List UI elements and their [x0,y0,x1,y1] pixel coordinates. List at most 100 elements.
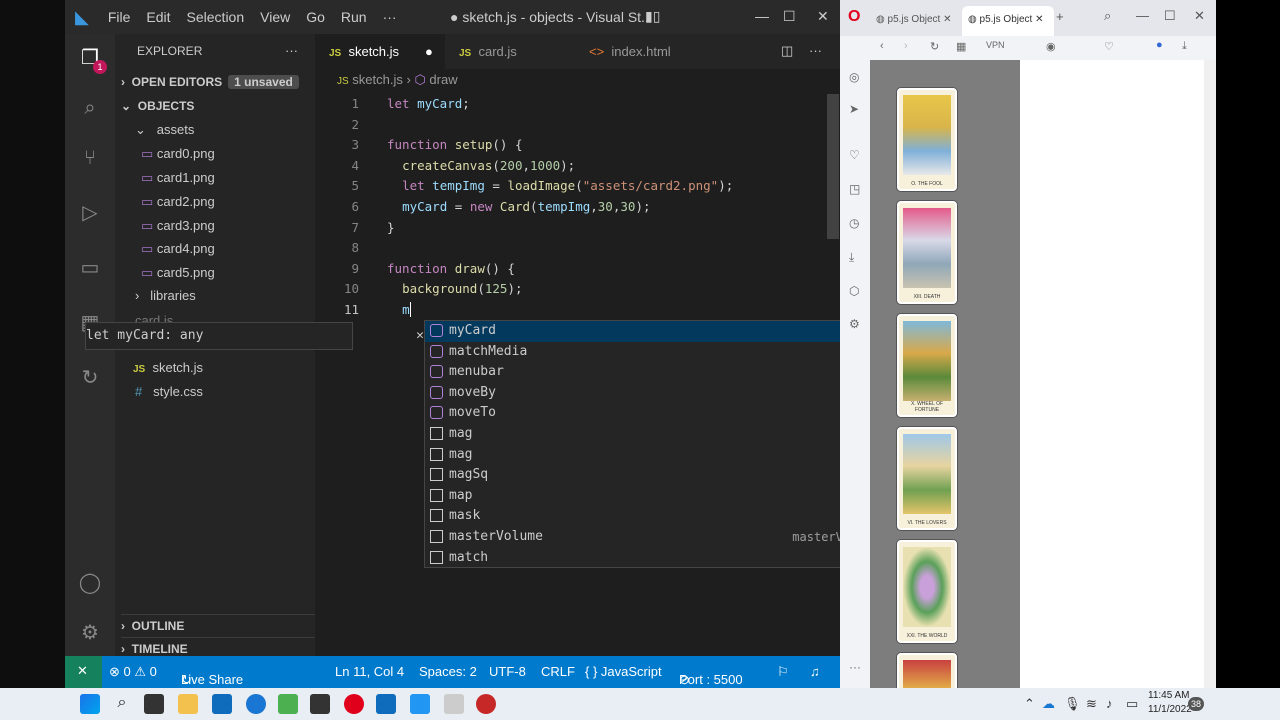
send-icon[interactable]: ➤ [849,102,859,116]
eol-status[interactable]: CRLF [541,664,575,679]
history-icon[interactable]: ◷ [849,216,859,230]
vscode-taskbar-icon[interactable] [410,694,430,714]
cursor-position[interactable]: Ln 11, Col 4 [335,664,404,679]
file-card5[interactable]: ▭ card5.png [141,262,215,284]
heart-icon[interactable]: ♡ [1104,40,1114,53]
suggestion-item[interactable]: menubar [425,362,889,383]
account-icon[interactable]: ◯ [76,569,104,597]
cloud-icon[interactable]: ☁ [1042,696,1055,712]
start-button[interactable] [80,694,100,714]
editor-more-icon[interactable]: ··· [809,43,822,58]
player-icon[interactable]: ◎ [849,70,859,84]
menu-view[interactable]: View [253,9,297,25]
layout-toggle-icon[interactable]: ▮▯ [645,8,660,25]
notifications-bell-icon[interactable]: ♫ [810,664,820,679]
suggestion-item[interactable]: matchmatch [425,548,889,569]
search-icon[interactable]: ⌕ [112,694,132,714]
code-area[interactable]: 1 let myCard; 2 3 function setup() { 4 cre… [315,94,840,334]
outlook-icon[interactable] [376,694,396,714]
live-share-icon[interactable]: ↻ [76,364,104,392]
tab-cardjs[interactable]: JS card.js [445,34,565,69]
menu-more[interactable]: ··· [376,9,404,25]
breadcrumb-symbol[interactable]: draw [429,72,457,87]
camera-icon[interactable]: ◉ [1046,40,1056,53]
remote-indicator[interactable]: ✕ [65,656,102,688]
vpn-icon[interactable]: VPN [986,40,1005,50]
split-editor-icon[interactable]: ◫ [781,43,793,59]
suggestion-item[interactable]: magmag [425,445,889,466]
close-icon[interactable]: ✕ [817,8,829,25]
search-icon[interactable]: ⌕ [1104,8,1111,24]
encoding-status[interactable]: UTF-8 [489,664,526,679]
menu-go[interactable]: Go [299,9,332,25]
menu-run[interactable]: Run [334,9,374,25]
microphone-icon[interactable]: 🎙 [1064,696,1081,712]
settings-gear-icon[interactable]: ⚙ [849,317,860,331]
breadcrumb-file[interactable]: sketch.js [352,72,403,87]
favorites-icon[interactable]: ♡ [849,148,860,162]
app-icon[interactable] [476,694,496,714]
battery-icon[interactable]: ▭ [1126,696,1138,712]
close-tab-icon[interactable]: ✕ [1035,14,1043,25]
minimap-scroll[interactable] [827,94,839,239]
outline-header[interactable]: › OUTLINE [121,614,321,636]
snapshot-icon[interactable]: ◳ [849,182,860,196]
file-card2[interactable]: ▭ card2.png [141,191,215,213]
language-status[interactable]: { } JavaScript [585,664,662,679]
wifi-icon[interactable]: ≋ [1086,696,1097,712]
notification-count[interactable]: 38 [1188,697,1204,711]
open-editors-header[interactable]: › OPEN EDITORS 1 unsaved [121,71,299,93]
close-icon[interactable]: ✕ [416,323,424,349]
p5-canvas[interactable]: O. THE FOOL XIII. DEATH X. WHEEL OF FORT… [870,60,1020,695]
app-icon[interactable] [278,694,298,714]
file-stylecss[interactable]: # style.css [135,381,203,403]
tab-sketchjs[interactable]: JS sketch.js ● [315,34,445,69]
forward-icon[interactable]: › [904,40,908,52]
terminal-icon[interactable] [310,694,330,714]
suggestion-item[interactable]: mapmap [425,486,889,507]
file-card1[interactable]: ▭ card1.png [141,167,215,189]
maximize-icon[interactable]: ☐ [783,8,796,25]
menu-selection[interactable]: Selection [180,9,252,25]
settings-gear-icon[interactable]: ⚙ [76,619,104,647]
close-icon[interactable]: ✕ [1194,8,1205,24]
suggestion-item[interactable]: magSqmagSq [425,465,889,486]
problems-status[interactable]: ⊗ 0 ⚠ 0 [109,664,157,680]
indentation-status[interactable]: Spaces: 2 [419,664,477,679]
reload-icon[interactable]: ↻ [930,40,939,53]
search-icon[interactable]: ⌕ [76,94,104,122]
clock-date[interactable]: 11/1/2022 [1148,704,1192,715]
suggestion-item[interactable]: moveBy [425,383,889,404]
source-control-icon[interactable]: ⑂ [76,144,104,172]
app-icon[interactable] [444,694,464,714]
tabs-grid-icon[interactable]: ▦ [956,40,966,53]
suggestion-item[interactable]: masterVolume masterVolume [425,527,889,548]
task-view-icon[interactable] [144,694,164,714]
new-tab-icon[interactable]: + [1056,9,1064,24]
assets-folder[interactable]: ⌄ assets [135,119,194,141]
file-explorer-icon[interactable] [178,694,198,714]
browser-tab[interactable]: ◍ p5.js Object ✕ [870,6,958,34]
minimize-icon[interactable]: — [755,8,769,24]
file-card0[interactable]: ▭ card0.png [141,143,215,165]
menu-edit[interactable]: Edit [139,9,177,25]
browser-tab-active[interactable]: ◍ p5.js Object ✕ [962,6,1054,36]
explorer-more-icon[interactable]: ··· [285,40,298,62]
remote-explorer-icon[interactable]: ▭ [76,254,104,282]
suggestion-item[interactable]: moveTo [425,403,889,424]
opera-logo-icon[interactable]: O [848,8,860,26]
downloads-icon[interactable]: ⤓ [849,250,854,265]
tray-chevron-icon[interactable]: ⌃ [1024,696,1035,712]
maximize-icon[interactable]: ☐ [1164,8,1176,24]
minimize-icon[interactable]: — [1136,8,1149,23]
objects-folder-header[interactable]: ⌄ OBJECTS [121,95,194,117]
more-icon[interactable]: ··· [849,660,861,674]
suggestion-item[interactable]: magmag [425,424,889,445]
clock-time[interactable]: 11:45 AM [1148,690,1190,701]
suggestion-item[interactable]: maskmask [425,506,889,527]
feedback-icon[interactable]: ⚐ [777,664,789,680]
run-debug-icon[interactable]: ▷ [76,199,104,227]
opera-icon[interactable] [344,694,364,714]
back-icon[interactable]: ‹ [880,40,884,52]
account-icon[interactable]: ● [1156,39,1163,51]
